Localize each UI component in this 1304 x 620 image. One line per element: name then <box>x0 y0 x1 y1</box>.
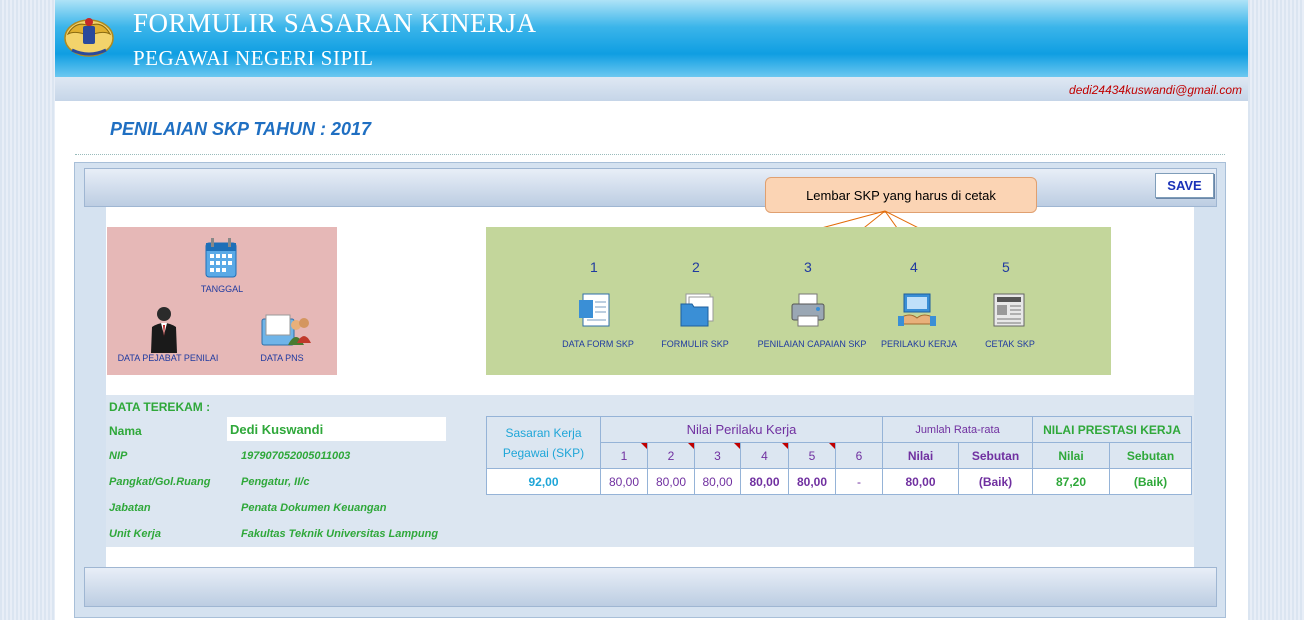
prestasi-header: NILAI PRESTASI KERJA <box>1032 416 1192 443</box>
penilaian-capaian-label[interactable]: PENILAIAN CAPAIAN SKP <box>752 339 872 349</box>
print-number-2: 2 <box>692 259 700 275</box>
prestasi-nilai-header: Nilai <box>1032 442 1110 469</box>
col-6: 6 <box>835 442 883 469</box>
folder-icon[interactable] <box>680 292 714 328</box>
perilaku-4: 80,00 <box>740 468 789 495</box>
document-form-icon[interactable] <box>579 292 613 328</box>
perilaku-header: Nilai Perilaku Kerja <box>600 416 883 443</box>
perilaku-6: - <box>835 468 883 495</box>
nama-field[interactable]: Dedi Kuswandi <box>227 417 446 441</box>
prestasi-nilai: 87,20 <box>1032 468 1110 495</box>
col-2: 2 <box>647 442 695 469</box>
nama-label: Nama <box>109 424 142 438</box>
people-folder-icon[interactable] <box>260 311 312 349</box>
data-terekam-heading: DATA TEREKAM : <box>109 400 211 414</box>
jumlah-nilai-header: Nilai <box>882 442 959 469</box>
printer-icon[interactable] <box>790 292 826 328</box>
prestasi-sebutan: (Baik) <box>1109 468 1192 495</box>
data-pejabat-label[interactable]: DATA PEJABAT PENILAI <box>110 353 226 363</box>
print-number-5: 5 <box>1002 259 1010 275</box>
prestasi-sebutan-header: Sebutan <box>1109 442 1192 469</box>
score-table: Sasaran Kerja Pegawai (SKP) Nilai Perila… <box>486 416 1192 495</box>
print-number-4: 4 <box>910 259 918 275</box>
print-number-3: 3 <box>804 259 812 275</box>
unit-kerja-value: Fakultas Teknik Universitas Lampung <box>241 528 439 540</box>
nip-value: 197907052005011003 <box>241 450 351 462</box>
col-3: 3 <box>694 442 741 469</box>
tanggal-label[interactable]: TANGGAL <box>190 284 254 294</box>
formulir-skp-label[interactable]: FORMULIR SKP <box>650 339 740 349</box>
col-1: 1 <box>600 442 648 469</box>
garuda-emblem-icon <box>64 18 114 57</box>
perilaku-3: 80,00 <box>694 468 741 495</box>
user-email[interactable]: dedi24434kuswandi@gmail.com <box>1069 83 1242 97</box>
col-4: 4 <box>740 442 789 469</box>
data-pns-label[interactable]: DATA PNS <box>250 353 314 363</box>
jumlah-sebutan-header: Sebutan <box>958 442 1033 469</box>
skp-header: Sasaran Kerja Pegawai (SKP) <box>486 416 601 469</box>
perilaku-5: 80,00 <box>788 468 836 495</box>
email-bar: dedi24434kuswandi@gmail.com <box>55 77 1248 101</box>
jabatan-value: Penata Dokumen Keuangan <box>241 502 387 514</box>
perilaku-2: 80,00 <box>647 468 695 495</box>
cetak-skp-label[interactable]: CETAK SKP <box>965 339 1055 349</box>
save-button[interactable]: SAVE <box>1155 173 1214 198</box>
app-title: FORMULIR SASARAN KINERJA <box>133 8 537 38</box>
data-form-skp-label[interactable]: DATA FORM SKP <box>553 339 643 349</box>
skp-value: 92,00 <box>486 468 601 495</box>
panel-toolbar <box>84 168 1217 207</box>
jumlah-header: Jumlah Rata-rata <box>882 416 1033 443</box>
app-subtitle: PEGAWAI NEGERI SIPIL <box>133 46 374 70</box>
divider <box>75 154 1225 155</box>
jumlah-sebutan: (Baik) <box>958 468 1033 495</box>
panel-footer <box>84 567 1217 607</box>
jumlah-nilai: 80,00 <box>882 468 959 495</box>
perilaku-1: 80,00 <box>600 468 648 495</box>
page-title: PENILAIAN SKP TAHUN : 2017 <box>110 119 372 139</box>
unit-kerja-label: Unit Kerja <box>109 528 161 540</box>
pangkat-label: Pangkat/Gol.Ruang <box>109 476 211 488</box>
calendar-icon[interactable] <box>204 237 238 279</box>
col-5: 5 <box>788 442 836 469</box>
jabatan-label: Jabatan <box>109 502 151 514</box>
perilaku-kerja-label[interactable]: PERILAKU KERJA <box>874 339 964 349</box>
handshake-computer-icon[interactable] <box>898 292 936 328</box>
newspaper-icon[interactable] <box>992 292 1026 328</box>
pangkat-value: Pengatur, II/c <box>241 476 310 488</box>
print-number-1: 1 <box>590 259 598 275</box>
nip-label: NIP <box>109 450 128 462</box>
official-suit-icon[interactable] <box>148 305 180 353</box>
